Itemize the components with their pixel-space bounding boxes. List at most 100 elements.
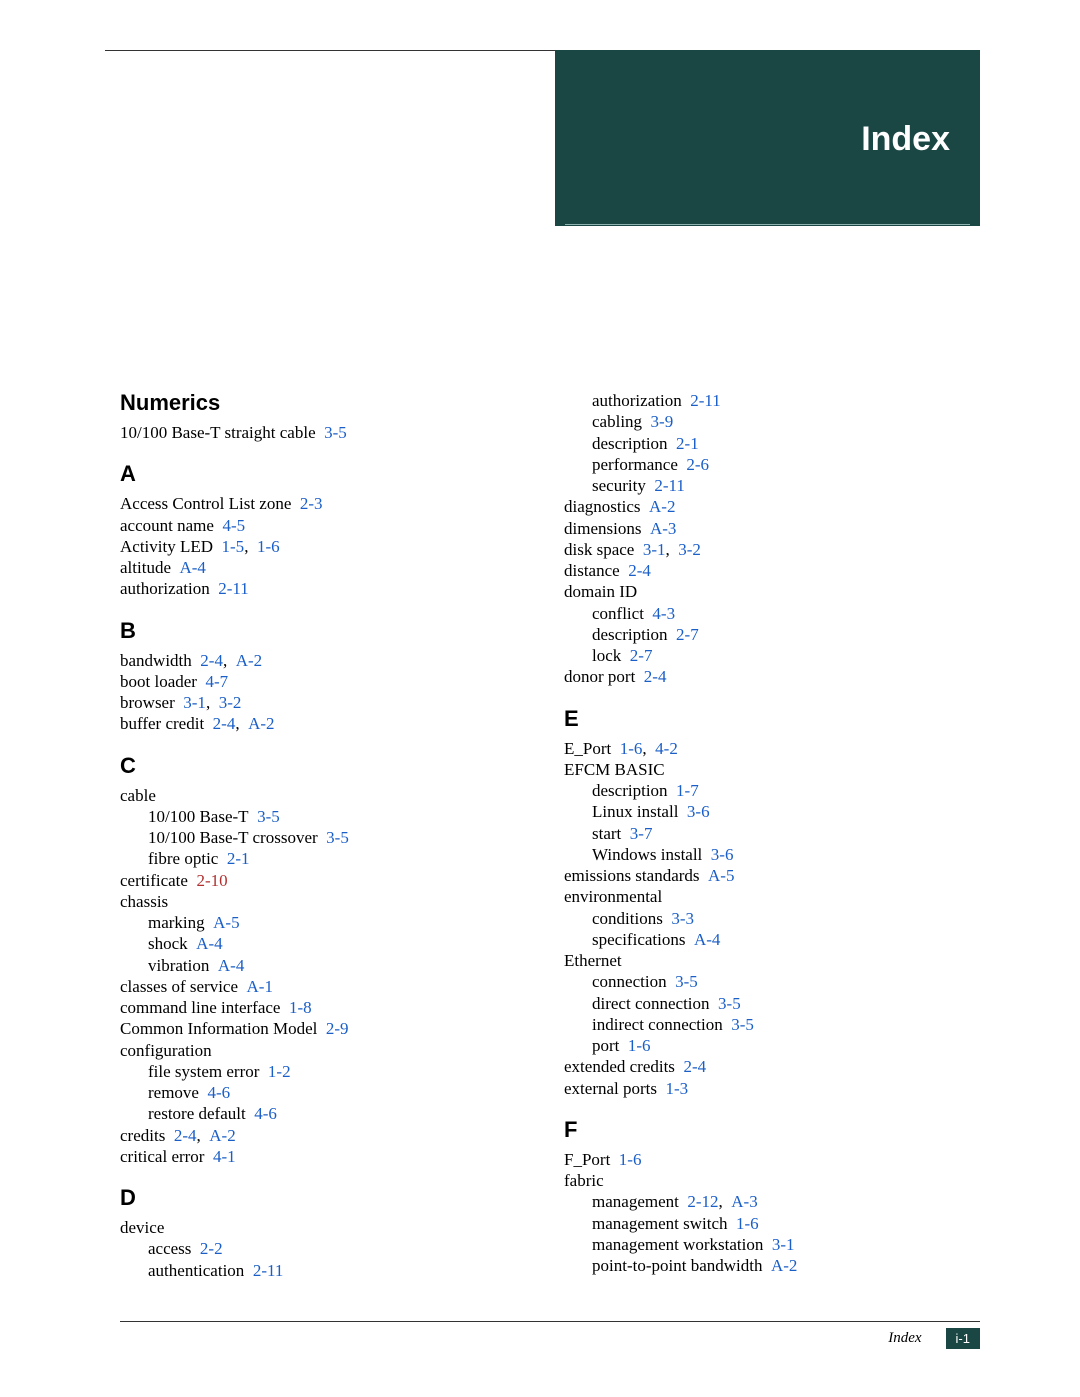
page-ref[interactable]: 3-5 — [718, 994, 741, 1013]
page-ref[interactable]: 2-4 — [200, 651, 223, 670]
entry-text: connection — [592, 972, 667, 991]
footer-label: Index — [888, 1330, 921, 1347]
page-ref[interactable]: 2-11 — [690, 391, 721, 410]
page-ref[interactable]: 3-5 — [257, 807, 280, 826]
page-ref[interactable]: 1-2 — [268, 1062, 291, 1081]
page-ref[interactable]: 1-7 — [676, 781, 699, 800]
page-ref[interactable]: 1-6 — [257, 537, 280, 556]
page-ref[interactable]: 3-3 — [671, 909, 694, 928]
page-ref[interactable]: 2-4 — [213, 714, 236, 733]
page-ref[interactable]: 4-1 — [213, 1147, 236, 1166]
ref-separator: , — [206, 693, 219, 712]
page-ref[interactable]: 1-6 — [620, 739, 643, 758]
index-entry: management 2-12, A-3 — [592, 1191, 978, 1212]
page-ref[interactable]: 2-10 — [196, 871, 227, 890]
page-ref[interactable]: 3-6 — [711, 845, 734, 864]
page-ref[interactable]: 4-6 — [254, 1104, 277, 1123]
page-ref[interactable]: 2-11 — [218, 579, 249, 598]
page-ref[interactable]: A-4 — [179, 558, 205, 577]
index-entry: 10/100 Base-T crossover 3-5 — [148, 827, 534, 848]
index-content: Numerics10/100 Base-T straight cable 3-5… — [120, 390, 978, 1299]
page-ref[interactable]: 2-4 — [628, 561, 651, 580]
page-ref[interactable]: A-3 — [731, 1192, 757, 1211]
page-ref[interactable]: A-5 — [708, 866, 734, 885]
index-entry: performance 2-6 — [592, 454, 978, 475]
page-ref[interactable]: 3-1 — [643, 540, 666, 559]
index-entry: bandwidth 2-4, A-2 — [120, 650, 534, 671]
page-ref[interactable]: 2-11 — [253, 1261, 284, 1280]
page-ref[interactable]: 2-4 — [683, 1057, 706, 1076]
page-ref[interactable]: 3-5 — [731, 1015, 754, 1034]
page-ref[interactable]: A-2 — [771, 1256, 797, 1275]
page-ref[interactable]: 1-6 — [628, 1036, 651, 1055]
page-ref[interactable]: 3-6 — [687, 802, 710, 821]
page-ref[interactable]: A-5 — [213, 913, 239, 932]
index-entry: remove 4-6 — [148, 1082, 534, 1103]
page-ref[interactable]: 1-6 — [736, 1214, 759, 1233]
page-ref[interactable]: A-2 — [209, 1126, 235, 1145]
page-ref[interactable]: 3-2 — [219, 693, 242, 712]
page-ref[interactable]: 2-4 — [174, 1126, 197, 1145]
index-entry: environmental — [564, 886, 978, 907]
page-ref[interactable]: 3-7 — [630, 824, 653, 843]
page-ref[interactable]: 4-2 — [655, 739, 678, 758]
page-ref[interactable]: A-2 — [236, 651, 262, 670]
page-ref[interactable]: 1-5 — [222, 537, 245, 556]
page-ref[interactable]: 2-3 — [300, 494, 323, 513]
index-entry: F_Port 1-6 — [564, 1149, 978, 1170]
page-ref[interactable]: 2-1 — [227, 849, 250, 868]
page-ref[interactable]: 3-5 — [324, 423, 347, 442]
entry-text: device — [120, 1218, 164, 1237]
entry-text: donor port — [564, 667, 635, 686]
page-ref[interactable]: 4-7 — [205, 672, 228, 691]
index-entry: port 1-6 — [592, 1035, 978, 1056]
page-ref[interactable]: A-1 — [247, 977, 273, 996]
page-ref[interactable]: A-4 — [218, 956, 244, 975]
page-ref[interactable]: A-3 — [650, 519, 676, 538]
index-entry: altitude A-4 — [120, 557, 534, 578]
page-ref[interactable]: 4-6 — [207, 1083, 230, 1102]
entry-text: 10/100 Base-T — [148, 807, 249, 826]
page-ref[interactable]: A-2 — [248, 714, 274, 733]
page-ref[interactable]: 2-4 — [644, 667, 667, 686]
page-ref[interactable]: 2-12 — [687, 1192, 718, 1211]
entry-text: Windows install — [592, 845, 702, 864]
page-ref[interactable]: 4-3 — [652, 604, 675, 623]
index-entry: buffer credit 2-4, A-2 — [120, 713, 534, 734]
entry-text: management switch — [592, 1214, 728, 1233]
section-heading: B — [120, 618, 534, 644]
page-ref[interactable]: 3-5 — [675, 972, 698, 991]
page-ref[interactable]: 2-7 — [630, 646, 653, 665]
entry-text: Ethernet — [564, 951, 622, 970]
page-ref[interactable]: 3-9 — [651, 412, 674, 431]
page-ref[interactable]: 1-6 — [619, 1150, 642, 1169]
page-ref[interactable]: 2-6 — [686, 455, 709, 474]
entry-text: E_Port — [564, 739, 611, 758]
index-entry: Access Control List zone 2-3 — [120, 493, 534, 514]
page-ref[interactable]: 3-1 — [183, 693, 206, 712]
entry-text: external ports — [564, 1079, 657, 1098]
page-ref[interactable]: 2-9 — [326, 1019, 349, 1038]
index-entry: shock A-4 — [148, 933, 534, 954]
page-ref[interactable]: 1-8 — [289, 998, 312, 1017]
entry-text: Access Control List zone — [120, 494, 291, 513]
page-ref[interactable]: 3-2 — [678, 540, 701, 559]
page-ref[interactable]: 4-5 — [222, 516, 245, 535]
index-entry: restore default 4-6 — [148, 1103, 534, 1124]
entry-text: configuration — [120, 1041, 212, 1060]
index-entry: vibration A-4 — [148, 955, 534, 976]
page-ref[interactable]: A-4 — [694, 930, 720, 949]
page-ref[interactable]: 2-11 — [654, 476, 685, 495]
page-ref[interactable]: 1-3 — [666, 1079, 689, 1098]
page-ref[interactable]: 3-5 — [326, 828, 349, 847]
index-entry: Windows install 3-6 — [592, 844, 978, 865]
index-entry: description 2-7 — [592, 624, 978, 645]
page-ref[interactable]: 2-2 — [200, 1239, 223, 1258]
page-ref[interactable]: 2-7 — [676, 625, 699, 644]
page-ref[interactable]: A-4 — [196, 934, 222, 953]
entry-text: shock — [148, 934, 188, 953]
page-ref[interactable]: A-2 — [649, 497, 675, 516]
page-ref[interactable]: 2-1 — [676, 434, 699, 453]
page-ref[interactable]: 3-1 — [772, 1235, 795, 1254]
index-entry: fibre optic 2-1 — [148, 848, 534, 869]
